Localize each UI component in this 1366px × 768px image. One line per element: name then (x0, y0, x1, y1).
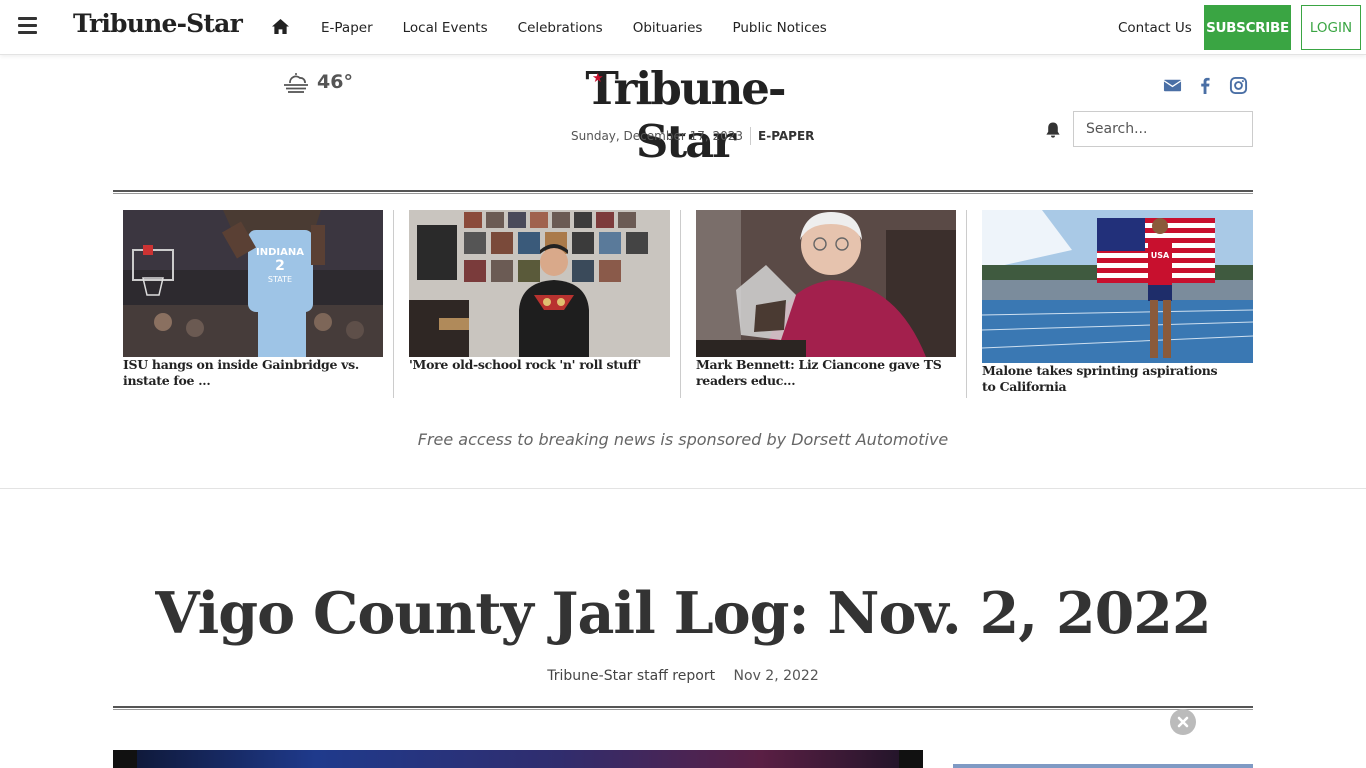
close-ad-button[interactable] (1170, 709, 1196, 735)
nav-logo[interactable]: Tribune-Star (73, 9, 243, 38)
subscribe-button[interactable]: SUBSCRIBE (1204, 5, 1291, 50)
date-line: Sunday, December 17, 2023 E-PAPER (571, 127, 814, 145)
weather-temperature: 46° (317, 71, 353, 93)
contact-us-link[interactable]: Contact Us (1118, 20, 1192, 36)
story-photo-sprinter[interactable]: USA (982, 210, 1253, 363)
sponsor-notice: Free access to breaking news is sponsore… (417, 430, 949, 449)
nav-link-public-notices[interactable]: Public Notices (732, 20, 826, 36)
svg-text:2: 2 (275, 258, 285, 274)
article-byline: Tribune-Star staff report Nov 2, 2022 (0, 668, 1366, 684)
story-caption[interactable]: ISU hangs on inside Gainbridge vs. insta… (123, 357, 383, 389)
facebook-icon[interactable] (1196, 76, 1215, 95)
top-stories: INDIANA 2 STATE ISU hangs on inside Gain… (113, 210, 1253, 400)
instagram-icon[interactable] (1229, 76, 1248, 95)
card-divider (966, 210, 967, 398)
card-divider (680, 210, 681, 398)
hero-image-border (113, 750, 137, 768)
close-icon (1177, 716, 1189, 728)
story-photo-elderly-woman[interactable] (696, 210, 956, 357)
masthead-logo[interactable]: Tribune-Star (540, 62, 830, 168)
card-divider (393, 210, 394, 398)
svg-text:STATE: STATE (268, 275, 292, 284)
email-icon[interactable] (1163, 76, 1182, 95)
article-author[interactable]: Tribune-Star staff report (547, 668, 715, 684)
weather-widget[interactable]: 46° (283, 71, 353, 93)
hero-image-border (899, 750, 923, 768)
svg-text:INDIANA: INDIANA (256, 247, 304, 258)
nav-link-celebrations[interactable]: Celebrations (518, 20, 603, 36)
current-date: Sunday, December 17, 2023 (571, 129, 744, 143)
date-separator (750, 127, 752, 145)
star-icon: ★ (592, 71, 604, 86)
story-caption[interactable]: Malone takes sprinting aspirations to Ca… (982, 363, 1222, 395)
search-input[interactable] (1073, 111, 1253, 147)
nav-link-epaper[interactable]: E-Paper (321, 20, 373, 36)
sidebar-ad[interactable] (953, 764, 1253, 768)
svg-text:USA: USA (1151, 251, 1170, 260)
nav-link-obituaries[interactable]: Obituaries (633, 20, 703, 36)
nav-links: E-Paper Local Events Celebrations Obitua… (321, 20, 857, 36)
article-headline: Vigo County Jail Log: Nov. 2, 2022 (155, 580, 1211, 647)
story-caption[interactable]: Mark Bennett: Liz Ciancone gave TS reade… (696, 357, 958, 389)
section-divider (0, 488, 1366, 489)
article-date: Nov 2, 2022 (733, 668, 819, 684)
nav-link-local-events[interactable]: Local Events (403, 20, 488, 36)
home-icon[interactable] (271, 18, 290, 35)
story-photo-basketball[interactable]: INDIANA 2 STATE (123, 210, 383, 357)
story-caption[interactable]: 'More old-school rock 'n' roll stuff' (409, 357, 670, 373)
masthead-divider (113, 190, 1253, 194)
article-hero-image[interactable] (113, 750, 923, 768)
article-divider (113, 706, 1253, 710)
top-navigation-bar: Tribune-Star E-Paper Local Events Celebr… (0, 0, 1366, 55)
menu-icon[interactable] (18, 17, 37, 35)
notification-bell-icon[interactable] (1044, 121, 1062, 139)
epaper-link[interactable]: E-PAPER (758, 129, 814, 143)
login-button[interactable]: LOGIN (1301, 5, 1361, 50)
story-photo-record-store[interactable] (409, 210, 670, 357)
weather-fog-icon (284, 73, 308, 93)
social-links (1163, 76, 1248, 95)
